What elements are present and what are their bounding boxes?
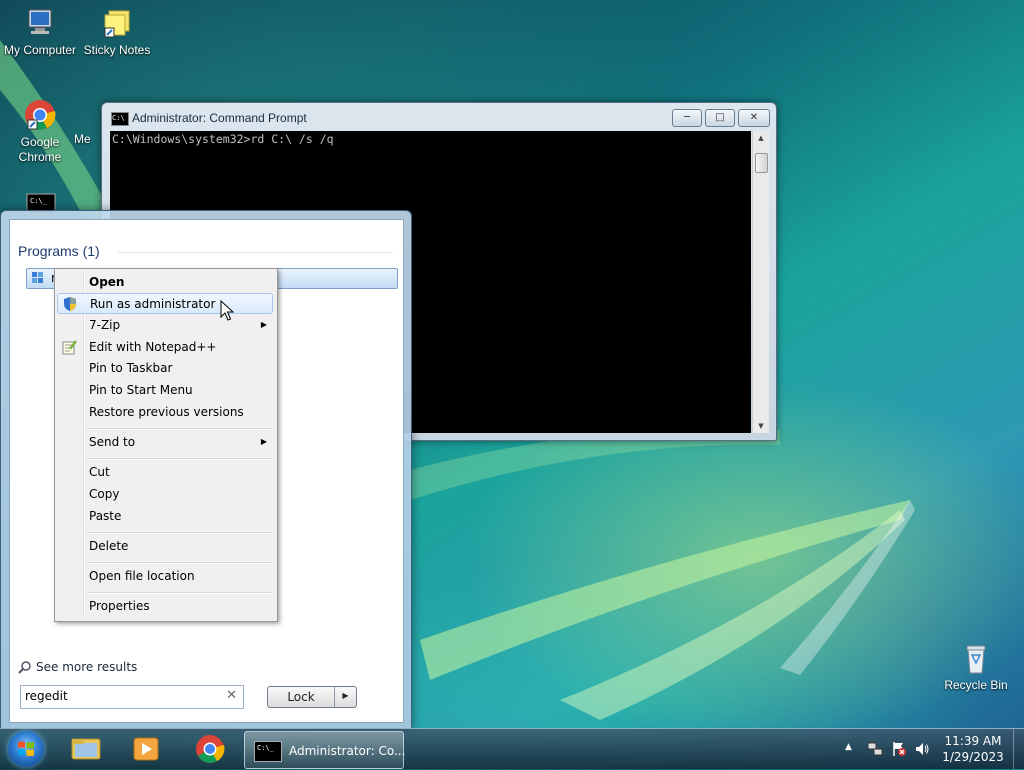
clock-date[interactable]: 1/29/2023 — [940, 750, 1006, 764]
chrome-icon — [23, 98, 57, 132]
menu-item-open[interactable]: Open — [57, 272, 273, 293]
taskbar: C:\_ Administrator: Co... ▲ 11:39 AM 1/2… — [0, 728, 1024, 769]
recycle-bin-icon — [959, 641, 993, 675]
menu-item-pin-to-taskbar[interactable]: Pin to Taskbar — [57, 358, 273, 379]
scroll-thumb[interactable] — [755, 153, 768, 173]
media-player-icon — [133, 737, 159, 761]
see-more-results-link[interactable]: See more results — [18, 660, 137, 674]
menu-item-delete[interactable]: Delete — [57, 536, 273, 557]
menu-item-run-as-administrator[interactable]: Run as administrator — [57, 293, 273, 314]
command-prompt-icon: C:\_ — [254, 741, 282, 762]
desktop-icon-label: My Computer — [3, 43, 77, 57]
desktop-icon-my-computer[interactable]: My Computer — [0, 6, 80, 58]
show-desktop-button[interactable] — [1013, 729, 1024, 769]
windows-explorer-icon — [71, 738, 101, 760]
clear-search-icon[interactable]: ✕ — [226, 689, 237, 703]
menu-item-copy[interactable]: Copy — [57, 484, 273, 505]
svg-text:C:\_: C:\_ — [30, 197, 48, 205]
power-options-arrow-icon[interactable]: ▶ — [335, 691, 356, 700]
menu-separator — [87, 562, 271, 564]
menu-item-send-to[interactable]: Send to ▶ — [57, 432, 273, 453]
menu-item-pin-to-start-menu[interactable]: Pin to Start Menu — [57, 380, 273, 401]
mouse-cursor-icon — [220, 300, 234, 321]
search-input[interactable] — [25, 688, 215, 704]
vertical-scrollbar[interactable]: ▲ ▼ — [752, 131, 769, 433]
heading-divider — [118, 252, 393, 253]
start-button[interactable] — [8, 731, 44, 767]
magnifier-icon — [18, 660, 32, 674]
desktop-icon-label: Recycle Bin — [944, 678, 1008, 692]
menu-separator — [87, 428, 271, 430]
taskbar-media-player[interactable] — [126, 733, 166, 765]
desktop-icon-label: Me — [74, 132, 91, 146]
taskbar-button-label: Administrator: Co... — [289, 744, 406, 758]
network-icon[interactable] — [867, 741, 883, 757]
menu-separator — [87, 592, 271, 594]
menu-item-restore-previous-versions[interactable]: Restore previous versions — [57, 402, 273, 423]
menu-item-paste[interactable]: Paste — [57, 506, 273, 527]
taskbar-button-command-prompt[interactable]: C:\_ Administrator: Co... — [244, 731, 406, 769]
menu-item-edit-with-notepad-plus-plus[interactable]: Edit with Notepad++ — [57, 337, 273, 358]
menu-item-cut[interactable]: Cut — [57, 462, 273, 483]
clock-time[interactable]: 11:39 AM — [940, 734, 1006, 748]
menu-item-7-zip[interactable]: 7-Zip ▶ — [57, 315, 273, 336]
show-hidden-icons-button[interactable]: ▲ — [845, 742, 852, 752]
submenu-arrow-icon: ▶ — [260, 320, 267, 329]
chrome-icon — [196, 735, 225, 763]
desktop-icon-partial[interactable]: Me — [74, 132, 102, 147]
scroll-up-icon[interactable]: ▲ — [753, 134, 769, 142]
command-line: C:\Windows\system32>rd C:\ /s /q — [112, 132, 334, 146]
window-title: Administrator: Command Prompt — [132, 111, 307, 125]
menu-separator — [87, 458, 271, 460]
desktop-icon-google-chrome[interactable]: Google Chrome — [0, 98, 80, 165]
volume-icon[interactable] — [914, 741, 930, 757]
taskbar-windows-explorer[interactable] — [66, 733, 106, 765]
menu-separator — [87, 532, 271, 534]
regedit-icon — [31, 271, 46, 285]
window-titlebar[interactable]: C:\ Administrator: Command Prompt ─ □ ✕ — [102, 103, 776, 131]
menu-item-properties[interactable]: Properties — [57, 596, 273, 617]
lock-button-label: Lock — [287, 690, 315, 704]
desktop-icon-recycle-bin[interactable]: Recycle Bin — [936, 641, 1016, 693]
maximize-button[interactable]: □ — [705, 109, 735, 127]
minimize-button[interactable]: ─ — [672, 109, 702, 127]
windows-logo-icon — [18, 741, 34, 756]
uac-shield-icon — [62, 296, 78, 312]
action-center-flag-icon[interactable] — [891, 741, 907, 757]
start-search-box[interactable]: ✕ — [20, 685, 244, 709]
scroll-down-icon[interactable]: ▼ — [753, 422, 769, 430]
menu-item-open-file-location[interactable]: Open file location — [57, 566, 273, 587]
context-menu: Open Run as administrator 7-Zip ▶ Edit w… — [54, 268, 278, 622]
command-prompt-icon: C:\ — [111, 112, 129, 126]
see-more-label: See more results — [36, 660, 138, 674]
close-button[interactable]: ✕ — [738, 109, 770, 127]
desktop-icon-label: Google Chrome — [18, 135, 62, 164]
computer-icon — [23, 6, 57, 40]
programs-heading: Programs (1) — [18, 243, 100, 259]
taskbar-google-chrome[interactable] — [190, 733, 230, 765]
notepad-plus-plus-icon — [61, 339, 77, 355]
svg-text:C:\_: C:\_ — [257, 744, 275, 752]
sticky-notes-icon — [100, 6, 134, 40]
lock-button[interactable]: Lock ▶ — [267, 686, 357, 708]
submenu-arrow-icon: ▶ — [260, 437, 267, 446]
desktop-icon-sticky-notes[interactable]: Sticky Notes — [77, 6, 157, 58]
desktop-icon-label: Sticky Notes — [83, 43, 151, 57]
